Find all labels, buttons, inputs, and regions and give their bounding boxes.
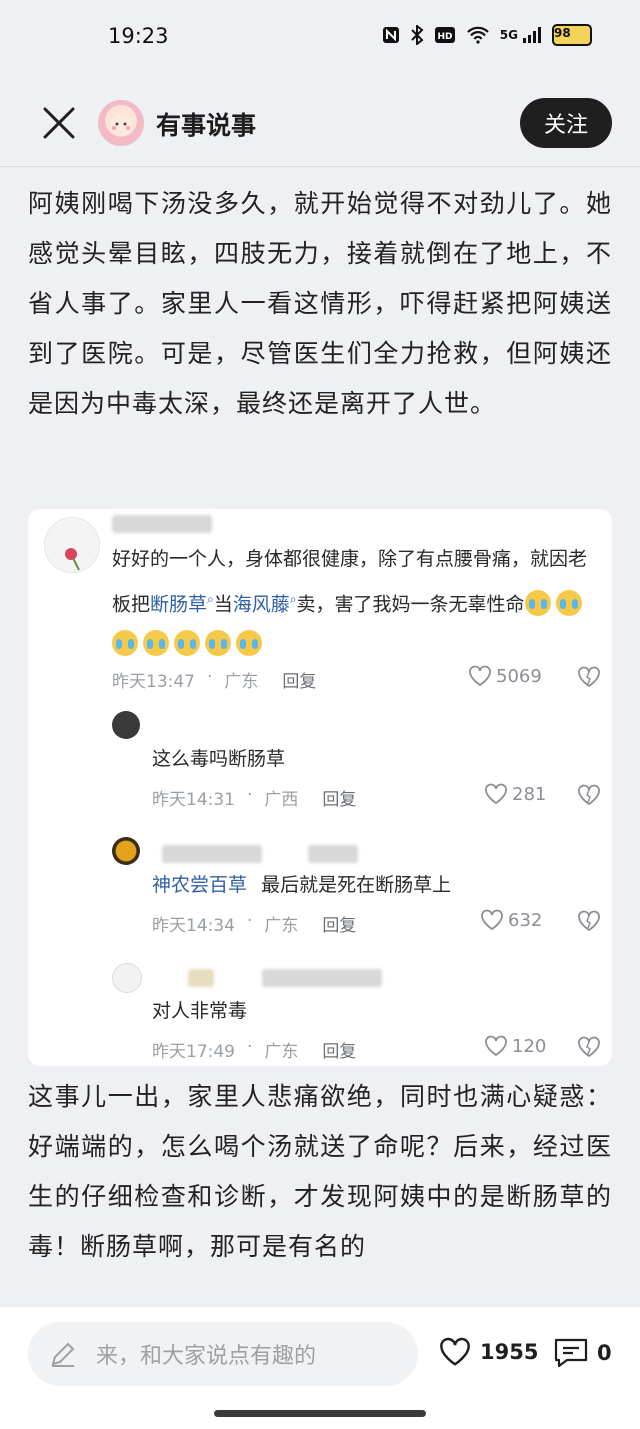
reply-button[interactable]: 回复 (322, 911, 356, 936)
comment-text: 对人非常毒 (152, 1000, 248, 1022)
search-icon: ⌕ (207, 592, 214, 606)
status-bar: 19:23 HD 5G 98 (0, 0, 640, 72)
mention-link[interactable]: 神农尝百草 (152, 874, 247, 896)
comment-placeholder: 来，和大家说点有趣的 (96, 1344, 317, 1369)
heart-icon (469, 665, 491, 687)
top-nav-bar: 有事说事 关注 (0, 80, 640, 167)
nfc-icon (382, 27, 399, 43)
comment-avatar (112, 963, 142, 993)
like-button[interactable]: 1955 (438, 1337, 538, 1367)
comment-text: 好好的一个人，身体都很健康，除了有点腰骨痛，就因老板把断肠草⌕当海风藤⌕卖，害了… (112, 539, 596, 664)
close-icon[interactable] (40, 104, 78, 142)
heart-icon (485, 1035, 507, 1057)
comment-input[interactable]: 来，和大家说点有趣的 (28, 1322, 418, 1386)
svg-text:HD: HD (437, 32, 452, 42)
comment-icon (554, 1338, 588, 1368)
bluetooth-icon (411, 25, 424, 45)
topic-link[interactable]: 海风藤 (233, 593, 290, 615)
search-icon: ⌕ (289, 592, 297, 606)
comment-meta: 昨天14:34 · 广东 回复 (152, 911, 357, 936)
article-paragraph: 阿姨刚喝下汤没多久，就开始觉得不对劲儿了。她感觉头晕目眩，四肢无力，接着就倒在了… (28, 189, 612, 418)
channel-avatar[interactable] (98, 100, 144, 146)
username-redacted (188, 969, 214, 987)
reply-button[interactable]: 回复 (322, 1037, 356, 1062)
heart-icon (485, 783, 507, 805)
comment-meta: 昨天13:47 · 广东 回复 (112, 667, 317, 692)
article-body: 阿姨刚喝下汤没多久，就开始觉得不对劲儿了。她感觉头晕目眩，四肢无力，接着就倒在了… (0, 167, 640, 1307)
comment-like-button[interactable]: 120 (484, 1035, 546, 1057)
comments-screenshot: 好好的一个人，身体都很健康，除了有点腰骨痛，就因老板把断肠草⌕当海风藤⌕卖，害了… (28, 509, 612, 1066)
username-redacted (162, 845, 262, 863)
home-indicator[interactable] (214, 1410, 426, 1417)
rose-icon (65, 548, 80, 571)
heart-icon (440, 1337, 470, 1366)
comment-text: 神农尝百草 最后就是死在断肠草上 (152, 874, 452, 896)
comment-meta: 昨天17:49 · 广东 回复 (152, 1037, 357, 1062)
status-time: 19:23 (108, 24, 169, 48)
broken-heart-icon[interactable] (577, 1036, 601, 1058)
comment-text: 这么毒吗断肠草 (152, 748, 286, 770)
wifi-icon (467, 26, 489, 44)
comment-avatar (44, 517, 100, 573)
comment-avatar (112, 837, 140, 865)
broken-heart-icon[interactable] (577, 784, 601, 806)
pencil-icon (51, 1342, 75, 1367)
network-label: 5G (499, 28, 518, 42)
hd-icon: HD (434, 27, 455, 43)
broken-heart-icon[interactable] (577, 666, 601, 688)
username-redacted (112, 515, 212, 533)
channel-name[interactable]: 有事说事 (156, 106, 256, 142)
comment-like-button[interactable]: 281 (484, 783, 546, 805)
avatar-face-icon (110, 114, 132, 136)
bottom-action-bar: 来，和大家说点有趣的 1955 0 (0, 1307, 640, 1429)
reply-button[interactable]: 回复 (282, 667, 316, 692)
comment-count: 0 (597, 1341, 612, 1365)
battery-indicator: 98 (552, 24, 592, 46)
comment-avatar (112, 711, 140, 739)
follow-button[interactable]: 关注 (520, 98, 612, 148)
like-count: 1955 (480, 1340, 539, 1364)
broken-heart-icon[interactable] (577, 910, 601, 932)
username-redacted (308, 845, 358, 863)
comment-like-button[interactable]: 632 (480, 909, 542, 931)
comment-meta: 昨天14:31 · 广西 回复 (152, 785, 357, 810)
reply-button[interactable]: 回复 (322, 785, 356, 810)
comment-button[interactable]: 0 (553, 1337, 612, 1369)
topic-link[interactable]: 断肠草 (150, 593, 207, 615)
username-redacted (262, 969, 382, 987)
article-paragraph: 这事儿一出，家里人悲痛欲绝，同时也满心疑惑：好端端的，怎么喝个汤就送了命呢？后来… (28, 1082, 612, 1261)
signal-icon (523, 27, 541, 43)
heart-icon (481, 909, 503, 931)
comment-like-button[interactable]: 5069 (468, 665, 542, 687)
status-icons: HD 5G 98 (382, 24, 592, 46)
